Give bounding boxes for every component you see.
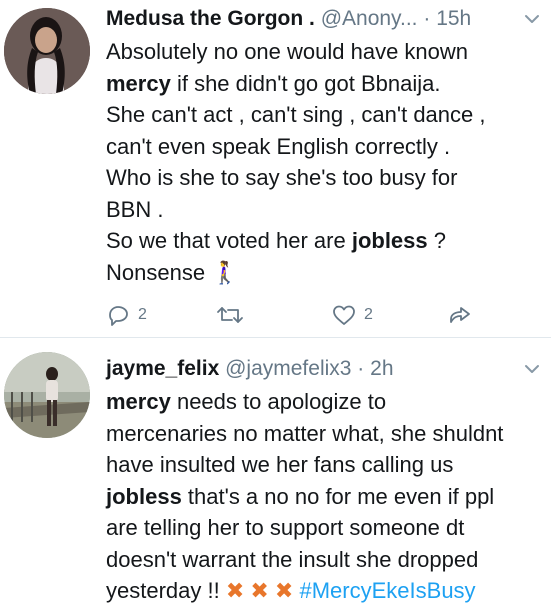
avatar[interactable]: [4, 8, 90, 94]
tweet-text: mercy needs to apologize to mercenaries n…: [106, 386, 546, 607]
text-span: BBN .: [106, 196, 164, 222]
reply-count: 2: [138, 306, 147, 323]
tweet-text-line: Absolutely no one would have known: [106, 36, 546, 68]
retweet-button[interactable]: [216, 300, 276, 326]
reply-button[interactable]: 2: [106, 300, 166, 326]
text-span: So we that voted her are: [106, 228, 352, 253]
timestamp[interactable]: 15h: [436, 7, 471, 30]
display-name[interactable]: jayme_felix: [106, 357, 219, 380]
tweet-text-line: Nonsense 🚶‍♀️: [106, 257, 546, 289]
tweet-text-line: are telling her to support someone dt: [106, 512, 546, 544]
tweet-text-line: yesterday !! ✖ ✖ ✖ #MercyEkeIsBusy: [106, 575, 546, 607]
bold-keyword: jobless: [106, 483, 182, 509]
chevron-down-icon[interactable]: [523, 10, 541, 28]
reply-icon: [109, 306, 128, 326]
tweet-text: Absolutely no one would have known mercy …: [106, 36, 546, 288]
cross-mark-emoji: ✖ ✖ ✖: [225, 578, 294, 603]
tweet-text-line: mercy if she didn't go got Bbnaija.: [106, 68, 546, 100]
walking-woman-emoji: 🚶‍♀️: [211, 259, 239, 285]
tweet-text-line: Who is she to say she's too busy for: [106, 162, 546, 194]
heart-icon: [333, 305, 355, 325]
bold-keyword: jobless: [351, 228, 428, 253]
bold-keyword: mercy: [106, 389, 171, 414]
share-button[interactable]: [448, 300, 478, 326]
text-span: She can't act , can't sing , can't dance…: [106, 102, 486, 127]
tweet-header: Medusa the Gorgon . @Anony... · 15h: [106, 6, 471, 32]
text-span: mercenaries no matter what, she shuldnt: [106, 420, 504, 446]
like-count: 2: [364, 306, 373, 323]
tweet-text-line: jobless that's a no no for me even if pp…: [106, 481, 546, 513]
text-span: Who is she to say she's too busy for: [106, 165, 458, 190]
bold-keyword: mercy: [106, 70, 171, 96]
tweet-header: jayme_felix @jaymefelix3 · 2h: [106, 356, 394, 382]
text-span: Absolutely no one would have known: [106, 39, 469, 64]
share-icon: [450, 307, 470, 323]
text-span: can't even speak English correctly .: [106, 133, 451, 159]
separator: ·: [357, 357, 365, 380]
user-handle[interactable]: @jaymefelix3: [225, 357, 351, 380]
separator: ·: [423, 7, 431, 30]
text-span: are telling her to support someone dt: [106, 515, 465, 540]
text-span: have insulted we her fans calling us: [106, 452, 454, 477]
retweet-icon: [217, 307, 243, 323]
chevron-down-icon[interactable]: [523, 360, 541, 378]
tweet-text-line: mercy needs to apologize to: [106, 386, 546, 418]
tweet-text-line: can't even speak English correctly .: [106, 131, 546, 163]
display-name[interactable]: Medusa the Gorgon .: [106, 7, 315, 30]
text-span: doesn't warrant the insult she dropped: [106, 546, 479, 572]
text-span: yesterday !!: [106, 578, 226, 603]
avatar[interactable]: [4, 352, 90, 438]
hashtag-link[interactable]: #MercyEkeIsBusy: [300, 578, 476, 603]
text-span: ?: [427, 228, 446, 253]
tweet-text-line: BBN .: [106, 194, 546, 226]
tweet-text-line: She can't act , can't sing , can't dance…: [106, 99, 546, 131]
text-span: that's a no no for me even if ppl: [181, 483, 495, 509]
text-span: needs to apologize to: [170, 389, 387, 414]
tweet-2[interactable]: jayme_felix @jaymefelix3 · 2h mercy need…: [0, 338, 551, 606]
tweet-actions: 2 2: [106, 300, 506, 326]
text-span: if she didn't go got Bbnaija.: [170, 70, 441, 96]
like-button[interactable]: 2: [332, 300, 392, 326]
timestamp[interactable]: 2h: [370, 357, 393, 380]
tweet-text-line: doesn't warrant the insult she dropped: [106, 544, 546, 576]
tweet-text-line: mercenaries no matter what, she shuldnt: [106, 418, 546, 450]
user-handle[interactable]: @Anony...: [321, 7, 418, 30]
tweet-text-line: So we that voted her are jobless ?: [106, 225, 546, 257]
tweet-1[interactable]: Medusa the Gorgon . @Anony... · 15h Abso…: [0, 0, 551, 337]
text-span: Nonsense: [106, 259, 212, 285]
tweet-text-line: have insulted we her fans calling us: [106, 449, 546, 481]
